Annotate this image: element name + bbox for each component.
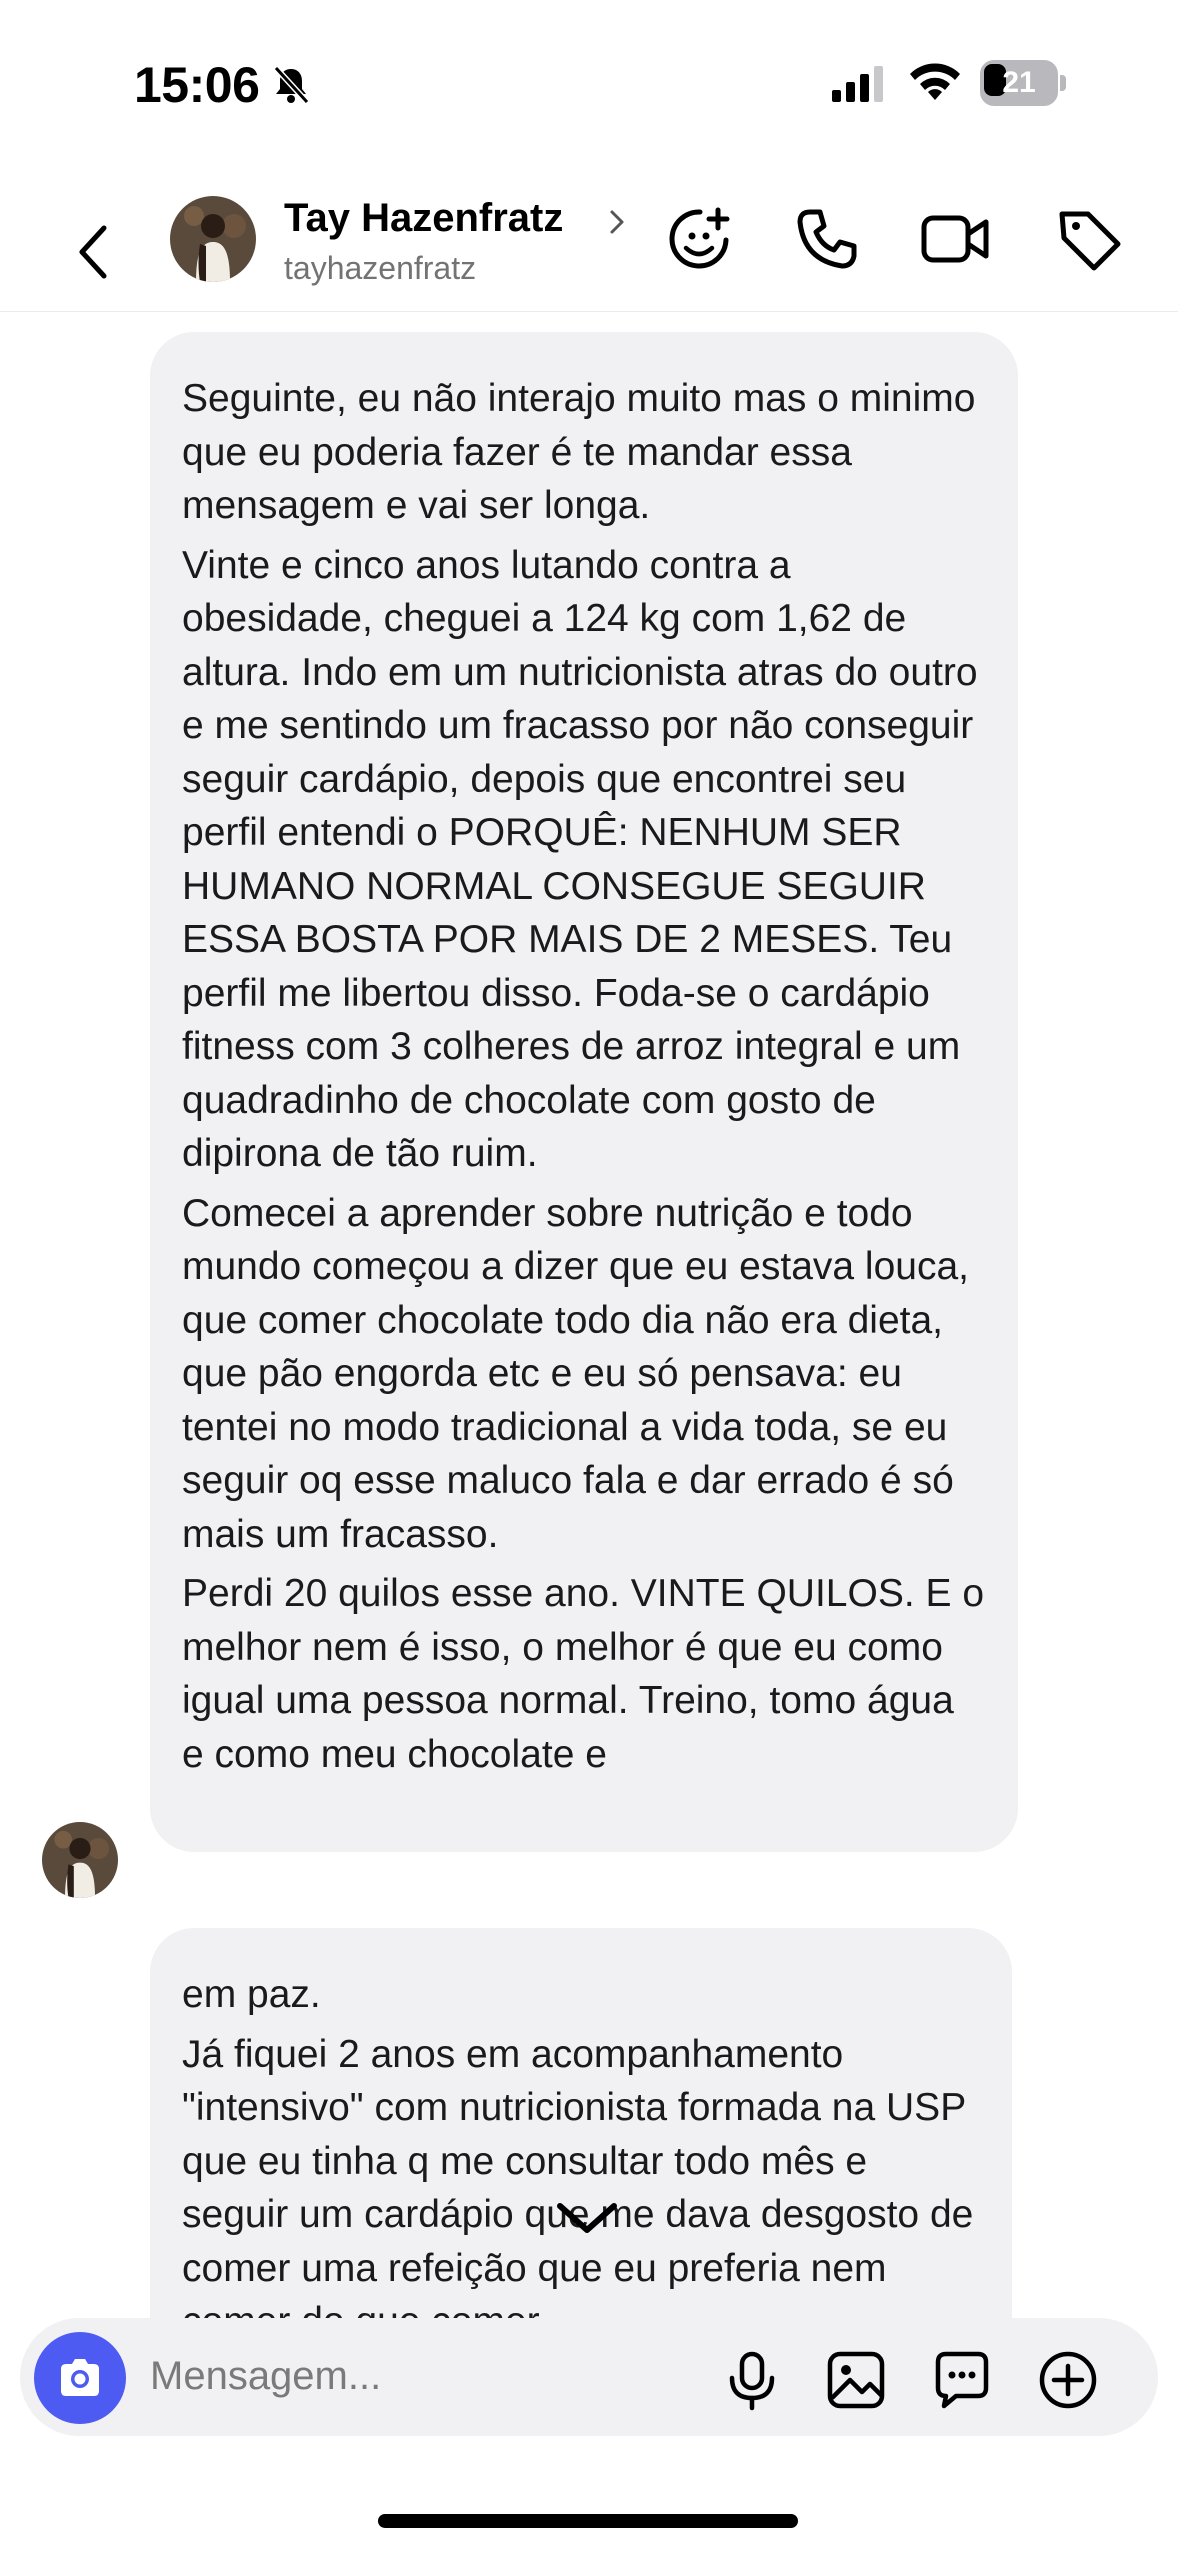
- camera-icon: [61, 2359, 99, 2396]
- message-composer: [20, 2318, 1158, 2436]
- camera-button[interactable]: [34, 2332, 126, 2424]
- battery-icon: 21: [980, 60, 1066, 106]
- tag-icon[interactable]: [1054, 204, 1124, 274]
- video-camera-icon[interactable]: [920, 204, 990, 274]
- status-time: 15:06: [134, 57, 260, 113]
- battery-level: 21: [1002, 66, 1036, 99]
- add-sticker-icon[interactable]: [664, 204, 734, 274]
- microphone-icon[interactable]: [720, 2348, 784, 2412]
- sticker-chat-icon[interactable]: [930, 2348, 994, 2412]
- message-paragraph: Vinte e cinco anos lutando contra a obes…: [182, 543, 978, 1176]
- message-list[interactable]: Seguinte, eu não interajo muito mas o mi…: [0, 312, 1178, 2322]
- message-paragraph: Seguinte, eu não interajo muito mas o mi…: [182, 377, 976, 527]
- scroll-down-icon[interactable]: [552, 2196, 622, 2240]
- image-icon[interactable]: [824, 2348, 888, 2412]
- status-bar: 15:06 21: [0, 0, 1178, 170]
- plus-circle-icon[interactable]: [1036, 2348, 1100, 2412]
- message-bubble[interactable]: em paz. Já fiquei 2 anos em acompanhamen…: [150, 1928, 1012, 2322]
- message-paragraph: Já fiquei 2 anos em acompanhamento "inte…: [182, 2032, 974, 2323]
- back-arrow-icon[interactable]: [70, 220, 118, 284]
- contact-handle: tayhazenfratz: [284, 250, 477, 286]
- bell-slash-icon: [273, 65, 310, 105]
- cellular-signal-icon: [832, 66, 883, 102]
- chat-header: Tay Hazenfratz tayhazenfratz: [0, 170, 1178, 312]
- avatar[interactable]: [42, 1822, 118, 1898]
- message-paragraph: em paz.: [182, 1973, 321, 2016]
- message-input[interactable]: [150, 2346, 710, 2406]
- contact-name[interactable]: Tay Hazenfratz: [284, 196, 563, 241]
- wifi-icon: [910, 63, 960, 100]
- message-paragraph: Comecei a aprender sobre nutrição e todo…: [182, 1191, 969, 1556]
- chevron-right-icon[interactable]: [606, 204, 630, 240]
- phone-icon[interactable]: [792, 204, 862, 274]
- message-bubble[interactable]: Seguinte, eu não interajo muito mas o mi…: [150, 332, 1018, 1852]
- message-paragraph: Perdi 20 quilos esse ano. VINTE QUILOS. …: [182, 1572, 985, 1776]
- avatar[interactable]: [170, 196, 256, 282]
- home-indicator[interactable]: [378, 2514, 798, 2528]
